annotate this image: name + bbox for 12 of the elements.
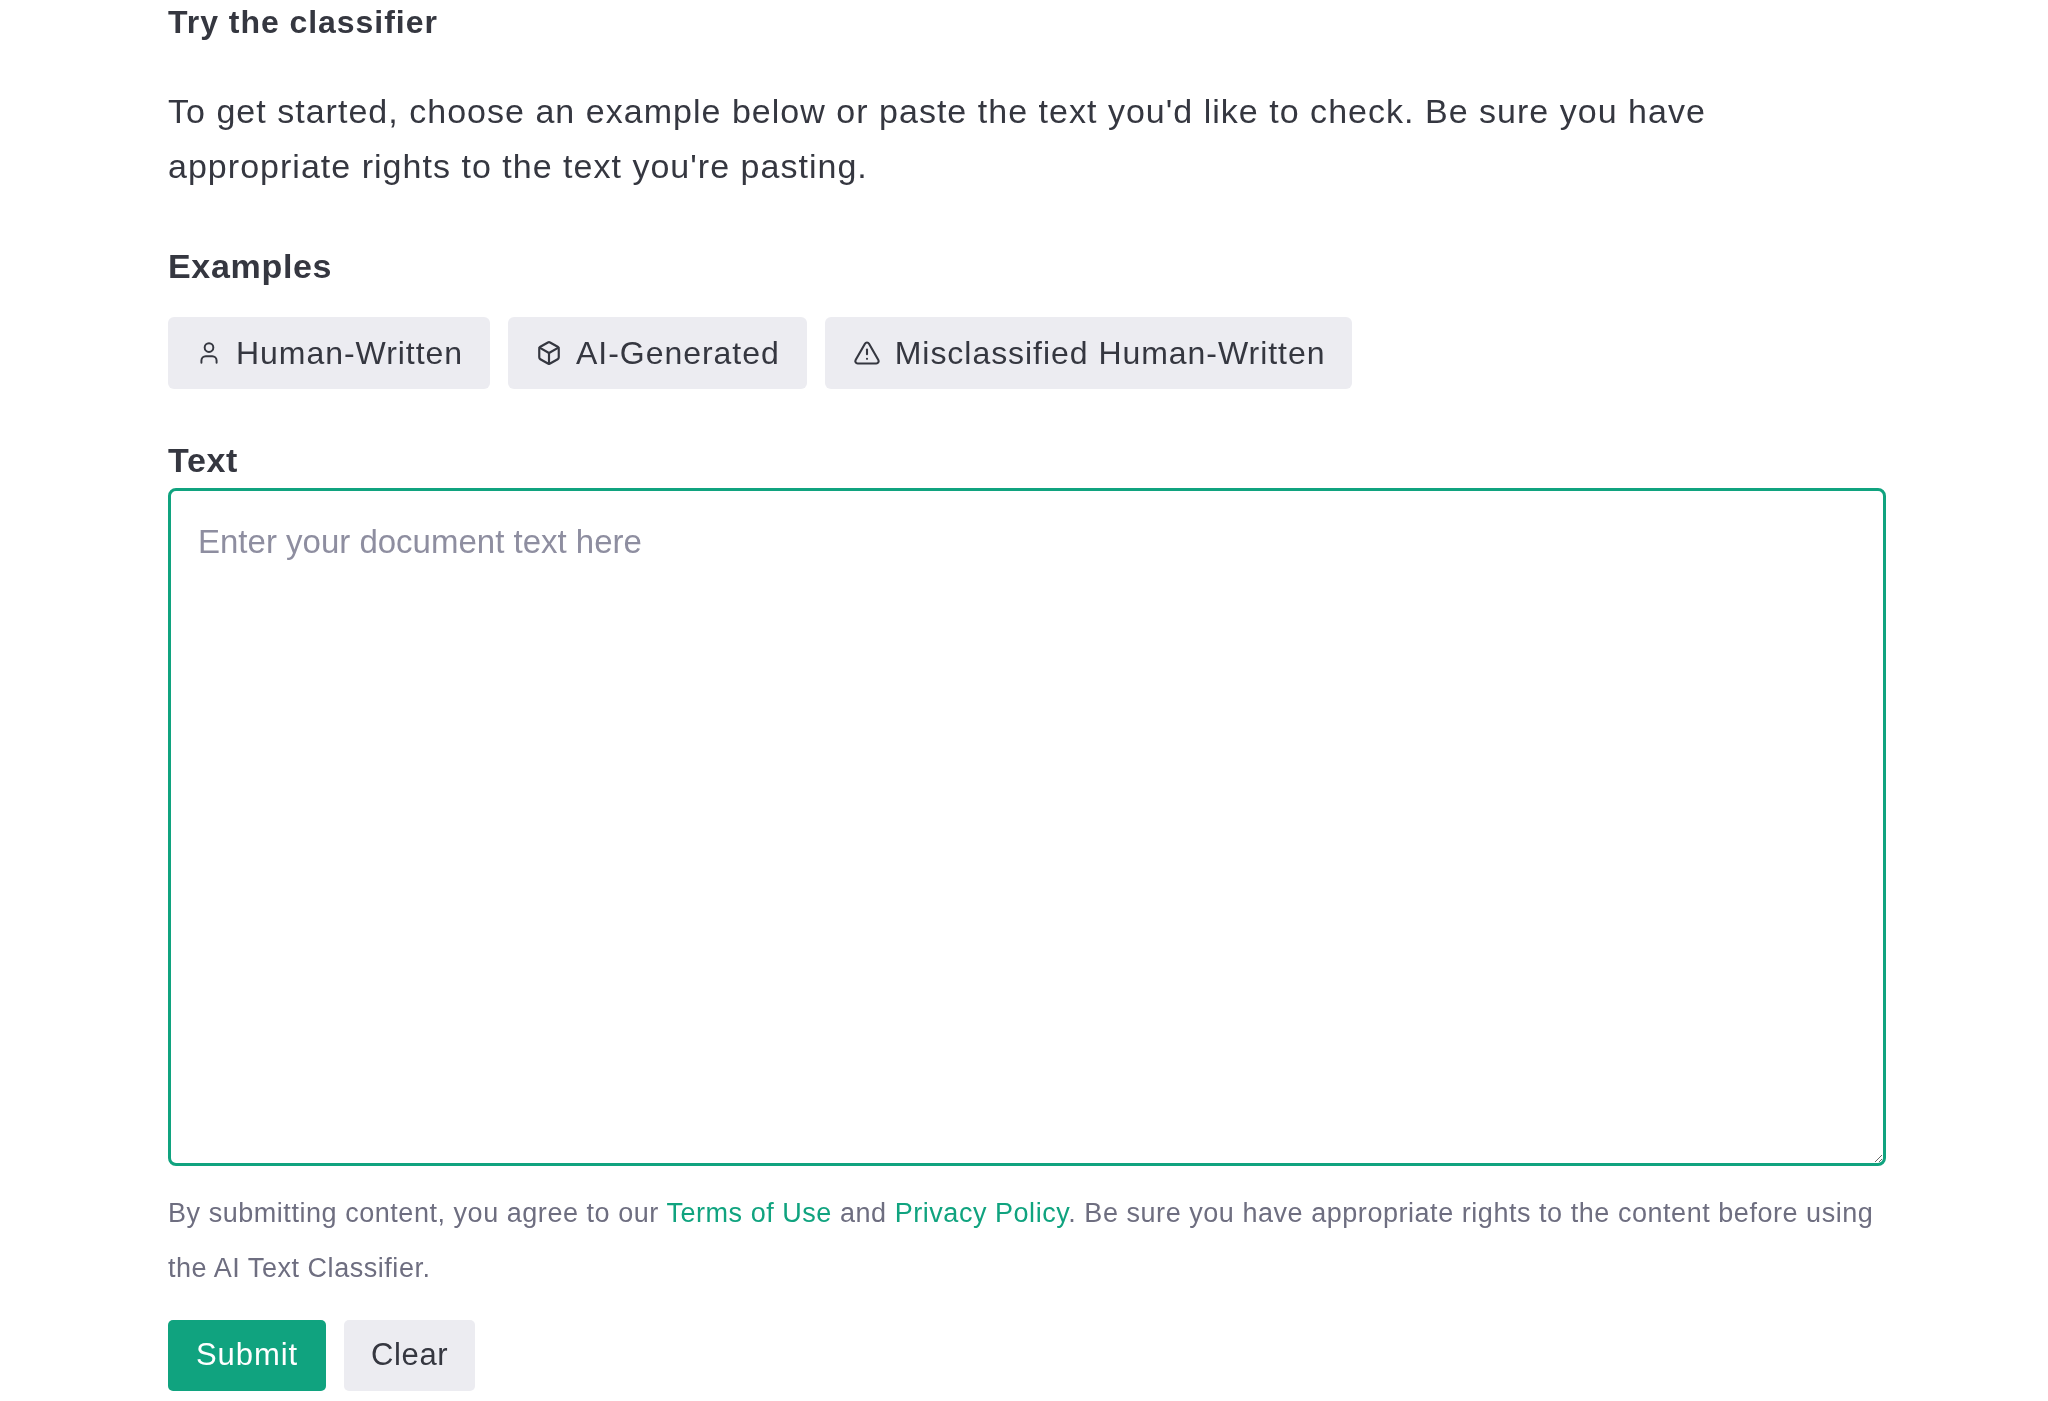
cube-icon [536, 340, 563, 366]
terms-notice: By submitting content, you agree to our Terms of Use and Privacy Policy. Be sure you have appropriate rights to the content before using the AI Text Classifier. [168, 1197, 1875, 1285]
example-button[interactable]: Human-Written [168, 317, 491, 389]
examples-heading: Examples [168, 246, 333, 287]
section-heading: Try the classifier [168, 3, 438, 42]
example-button[interactable]: AI-Generated [508, 317, 807, 389]
example-button[interactable]: Misclassified Human-Written [824, 317, 1353, 389]
text-input-field[interactable]: Enter your document text here [168, 488, 1886, 1166]
clear-button[interactable]: Clear [344, 1320, 476, 1391]
text-label: Text [168, 440, 239, 481]
warning-icon [852, 339, 881, 367]
intro-paragraph: To get started, choose an example below or paste the text you'd like to check. Be sure you have appropriate rights to the text you're pasting. [168, 91, 1707, 187]
